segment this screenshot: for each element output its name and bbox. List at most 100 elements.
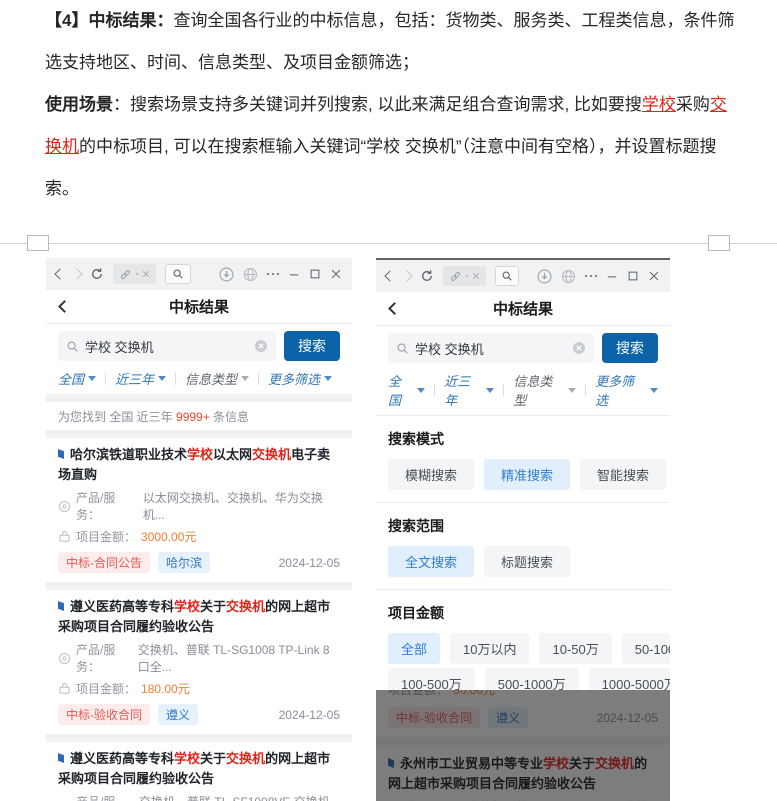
product-value: 交换机、普联 TL-SF1008VE 交换机（8... bbox=[139, 793, 340, 801]
chip-fulltext-search[interactable]: 全文搜索 bbox=[388, 546, 474, 577]
screenshot-filter-panel: 中标结果 学校 交换机 搜索 全国 近三年 信息类型 bbox=[376, 258, 670, 801]
maximize-icon[interactable] bbox=[627, 270, 639, 282]
item-title: 遵义医药高等专科学校关于交换机的网上超市采购项目合同履约验收公告 bbox=[58, 749, 340, 788]
refresh-icon[interactable] bbox=[420, 269, 434, 283]
download-icon[interactable] bbox=[219, 267, 234, 282]
filter-time-label: 近三年 bbox=[115, 369, 154, 388]
clear-input-icon[interactable] bbox=[572, 341, 586, 355]
filter-bar: 全国 近三年 信息类型 更多筛选 bbox=[376, 369, 670, 415]
section-title-search-scope: 搜索范围 bbox=[388, 516, 658, 536]
search-button[interactable]: 搜索 bbox=[284, 331, 340, 361]
amount-label: 项目金额： bbox=[76, 680, 136, 697]
filter-info-type-label: 信息类型 bbox=[513, 371, 564, 409]
chip-title-search[interactable]: 标题搜索 bbox=[484, 546, 570, 577]
filter-info-type[interactable]: 信息类型 bbox=[513, 371, 576, 409]
toolbar-search-box[interactable] bbox=[165, 264, 191, 284]
item-product-line: 产品/服务：交换机、普联 TL-SF1008VE 交换机（8... bbox=[58, 793, 340, 801]
page-break-divider bbox=[0, 243, 777, 244]
product-label: 产品/服务： bbox=[76, 641, 133, 675]
link-icon bbox=[119, 268, 132, 281]
globe-icon[interactable] bbox=[561, 269, 576, 284]
chip-amount-under-100k[interactable]: 10万以内 bbox=[450, 633, 529, 664]
tag-announcement-type: 中标-合同公告 bbox=[58, 552, 150, 573]
filter-time[interactable]: 近三年 bbox=[115, 369, 166, 388]
amount-value: 3000.00元 bbox=[141, 528, 196, 545]
search-icon bbox=[172, 268, 184, 280]
product-value: 交换机、普联 TL-SG1008 TP-Link 8口全... bbox=[138, 641, 340, 675]
list-item[interactable]: 哈尔滨铁道职业技术学校以太网交换机电子卖场直购 产品/服务：以太网交换机、交换机… bbox=[46, 438, 352, 582]
page-break-mark-right bbox=[708, 235, 730, 251]
filter-region-label: 全国 bbox=[388, 371, 413, 409]
search-input-icon bbox=[66, 340, 79, 353]
search-row: 学校 交换机 搜索 bbox=[46, 324, 352, 367]
maximize-icon[interactable] bbox=[309, 268, 321, 280]
more-icon[interactable] bbox=[585, 275, 598, 278]
amount-label: 项目金额： bbox=[76, 528, 136, 545]
more-icon[interactable] bbox=[267, 273, 280, 276]
address-clear-icon[interactable] bbox=[472, 272, 480, 280]
doc-paragraph-usage: 使用场景：搜索场景支持多关键词并列搜索, 以此来满足组合查询需求, 比如要搜学校… bbox=[45, 84, 737, 210]
search-query: 学校 交换机 bbox=[85, 337, 248, 356]
filter-time[interactable]: 近三年 bbox=[444, 371, 494, 409]
link-icon bbox=[449, 270, 462, 283]
address-bar[interactable] bbox=[113, 264, 156, 284]
download-icon[interactable] bbox=[537, 269, 552, 284]
globe-icon[interactable] bbox=[243, 267, 258, 282]
app-back-icon[interactable] bbox=[58, 300, 71, 313]
amount-icon bbox=[58, 530, 71, 543]
product-label: 产品/服务： bbox=[76, 489, 138, 523]
minimize-icon[interactable] bbox=[606, 270, 618, 282]
search-input[interactable]: 学校 交换机 bbox=[388, 333, 594, 363]
chip-amount-500k-1m[interactable]: 50-100万 bbox=[622, 633, 670, 664]
filter-info-type-label: 信息类型 bbox=[185, 369, 237, 388]
filter-region[interactable]: 全国 bbox=[388, 371, 425, 409]
chevron-down-icon bbox=[650, 388, 658, 393]
address-bar[interactable] bbox=[443, 266, 486, 286]
screenshot-results-list: 中标结果 学校 交换机 搜索 全国 近三年 信息类型 bbox=[46, 258, 352, 801]
chip-smart-search[interactable]: 智能搜索 bbox=[580, 459, 666, 490]
list-item[interactable]: 遵义医药高等专科学校关于交换机的网上超市采购项目合同履约验收公告 产品/服务：交… bbox=[46, 590, 352, 734]
chevron-down-icon bbox=[324, 376, 332, 381]
app-header: 中标结果 bbox=[376, 292, 670, 326]
app-header: 中标结果 bbox=[46, 290, 352, 324]
search-row: 学校 交换机 搜索 bbox=[376, 326, 670, 369]
filter-more[interactable]: 更多筛选 bbox=[268, 369, 332, 388]
close-icon[interactable] bbox=[648, 270, 660, 282]
minimize-icon[interactable] bbox=[288, 268, 300, 280]
toolbar-search-box[interactable] bbox=[495, 266, 519, 286]
filter-time-label: 近三年 bbox=[444, 371, 482, 409]
bullet-icon bbox=[58, 449, 64, 459]
product-value: 以太网交换机、交换机、华为交换机... bbox=[143, 489, 340, 523]
chip-amount-all[interactable]: 全部 bbox=[388, 633, 440, 664]
dimmed-list-zone: 项目金额：80.00元 中标-验收合同 遵义 2024-12-05 永州市工业贸… bbox=[376, 690, 670, 801]
filter-more[interactable]: 更多筛选 bbox=[595, 371, 658, 409]
chip-precise-search[interactable]: 精准搜索 bbox=[484, 459, 570, 490]
result-count-bar: 为您找到 全国 近三年 9999+ 条信息 bbox=[46, 402, 352, 430]
chevron-down-icon bbox=[158, 376, 166, 381]
app-back-icon[interactable] bbox=[388, 302, 401, 315]
search-input[interactable]: 学校 交换机 bbox=[58, 331, 276, 361]
search-button[interactable]: 搜索 bbox=[602, 333, 658, 363]
filter-info-type[interactable]: 信息类型 bbox=[185, 369, 249, 388]
list-item[interactable]: 遵义医药高等专科学校关于交换机的网上超市采购项目合同履约验收公告 产品/服务：交… bbox=[46, 742, 352, 801]
refresh-icon[interactable] bbox=[90, 267, 104, 281]
address-clear-icon[interactable] bbox=[142, 270, 150, 278]
forward-icon[interactable] bbox=[401, 270, 412, 281]
back-icon[interactable] bbox=[54, 268, 65, 279]
filter-region[interactable]: 全国 bbox=[58, 369, 96, 388]
chip-row-amount-1: 全部 10万以内 10-50万 50-100万 bbox=[388, 633, 658, 664]
back-icon[interactable] bbox=[384, 270, 395, 281]
forward-icon[interactable] bbox=[71, 268, 82, 279]
chip-amount-100k-500k[interactable]: 10-50万 bbox=[539, 633, 611, 664]
chevron-down-icon bbox=[417, 388, 425, 393]
divider-band bbox=[46, 430, 352, 438]
clear-input-icon[interactable] bbox=[254, 339, 268, 353]
item-date: 2024-12-05 bbox=[279, 556, 340, 570]
item-product-line: 产品/服务：以太网交换机、交换机、华为交换机... bbox=[58, 489, 340, 523]
divider-band bbox=[46, 394, 352, 402]
modal-dim-overlay[interactable] bbox=[376, 690, 670, 801]
chip-fuzzy-search[interactable]: 模糊搜索 bbox=[388, 459, 474, 490]
tag-region: 哈尔滨 bbox=[158, 552, 210, 573]
search-icon bbox=[501, 270, 513, 282]
close-icon[interactable] bbox=[330, 268, 342, 280]
